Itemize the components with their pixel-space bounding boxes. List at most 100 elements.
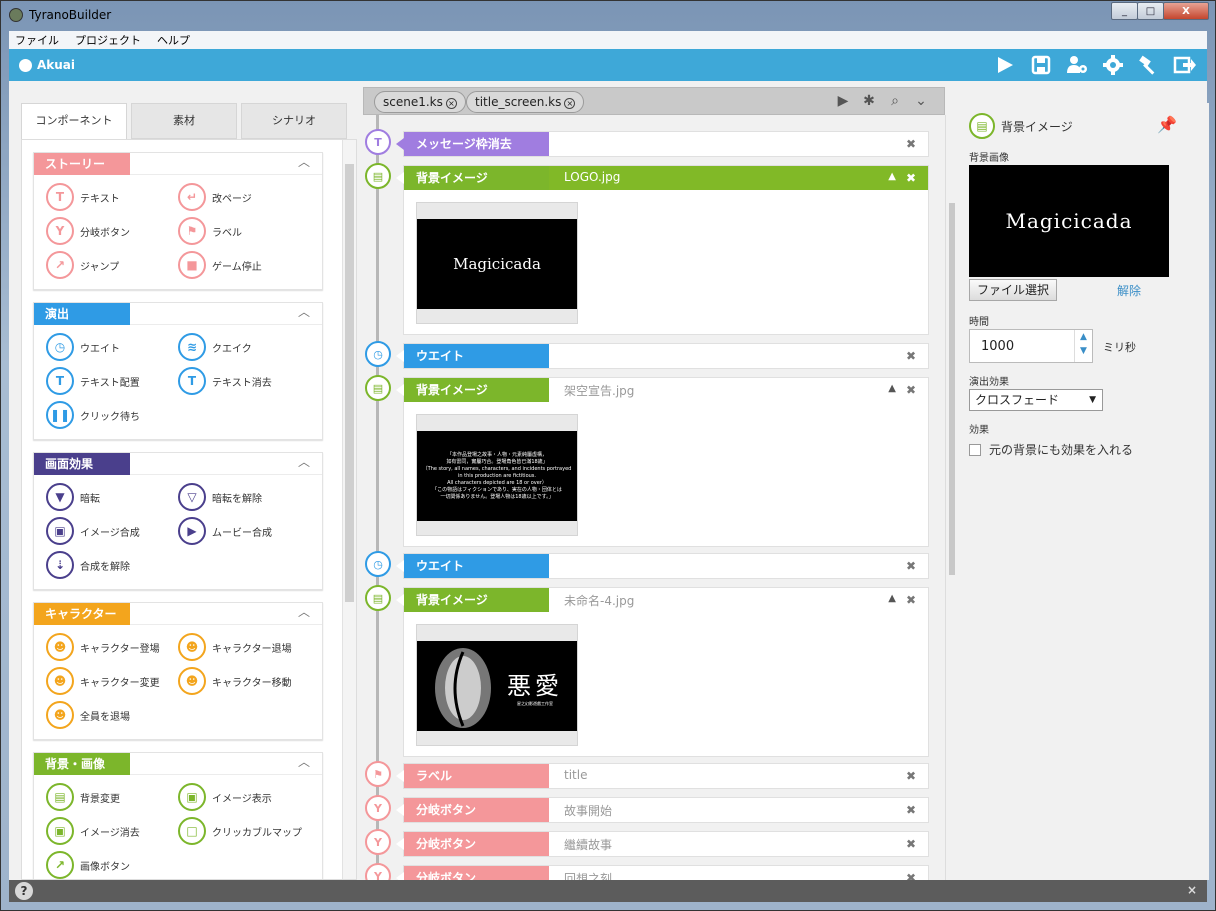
delete-icon[interactable]: ✖ <box>906 871 916 880</box>
component-branch-button[interactable]: Y 分岐ボタン <box>46 217 130 245</box>
chevron-up-icon[interactable]: ︿ <box>298 756 310 768</box>
bug-icon[interactable]: ✱ <box>856 93 882 109</box>
help-icon[interactable]: ? <box>15 882 33 900</box>
component-game-stop[interactable]: ■ ゲーム停止 <box>178 251 262 279</box>
chevron-down-icon[interactable]: ⌄ <box>908 93 934 109</box>
delete-icon[interactable]: ✖ <box>906 769 916 783</box>
scenario-row[interactable]: ウエイト ✖ <box>396 553 929 579</box>
chevron-up-icon[interactable]: ︿ <box>298 456 310 468</box>
component-page-break[interactable]: ↵ 改ページ <box>178 183 252 211</box>
scenario-row-selected[interactable]: 背景イメージ LOGO.jpg ▲ ✖ Magicicada <box>396 165 929 335</box>
close-tab-icon[interactable]: × <box>445 98 457 109</box>
component-bg-change[interactable]: ▤ 背景変更 <box>46 783 120 811</box>
play-icon[interactable] <box>987 53 1023 77</box>
scenario-row[interactable]: メッセージ枠消去 ✖ <box>396 131 929 157</box>
component-image-button[interactable]: ↗ 画像ボタン <box>46 851 130 879</box>
component-image-hide[interactable]: ▣ イメージ消去 <box>46 817 140 845</box>
component-jump[interactable]: ↗ ジャンプ <box>46 251 119 279</box>
chevron-up-icon[interactable]: ︿ <box>298 606 310 618</box>
pin-icon[interactable]: 📌 <box>1157 115 1177 134</box>
hammer-icon[interactable] <box>1131 53 1167 77</box>
component-character-change[interactable]: ☻ キャラクター変更 <box>46 667 160 695</box>
scenario-row[interactable]: ウエイト ✖ <box>396 343 929 369</box>
tab-scenario[interactable]: シナリオ <box>241 103 347 139</box>
users-gear-icon[interactable] <box>1059 53 1095 77</box>
component-fade-out[interactable]: ▼ 暗転 <box>46 483 100 511</box>
minimize-button[interactable]: _ <box>1111 2 1138 20</box>
delete-icon[interactable]: ✖ <box>906 803 916 817</box>
tab-components[interactable]: コンポーネント <box>21 103 127 139</box>
component-text[interactable]: T テキスト <box>46 183 120 211</box>
apply-effect-checkbox[interactable]: 元の背景にも効果を入れる <box>969 441 1133 458</box>
chevron-up-icon[interactable]: ︿ <box>298 156 310 168</box>
component-image-show[interactable]: ▣ イメージ表示 <box>178 783 272 811</box>
close-tab-icon[interactable]: × <box>564 98 576 109</box>
delete-icon[interactable]: ✖ <box>906 171 916 185</box>
spin-down-icon[interactable]: ▼ <box>1075 344 1092 358</box>
clear-link[interactable]: 解除 <box>1117 282 1141 299</box>
scenario-row[interactable]: ラベル title ✖ <box>396 763 929 789</box>
menu-help[interactable]: ヘルプ <box>157 32 190 48</box>
export-icon[interactable] <box>1167 53 1203 77</box>
component-character-enter[interactable]: ☻ キャラクター登場 <box>46 633 160 661</box>
component-list: ストーリー ︿ T テキスト ↵ 改ページ Y 分岐ボタン ⚑ ラベル ↗ ジャンプ ■ ゲー… <box>21 139 357 880</box>
row-tag: 分岐ボタン <box>396 866 549 880</box>
scenario-row[interactable]: 分岐ボタン 繼續故事 ✖ <box>396 831 929 857</box>
collapse-icon[interactable]: ▲ <box>888 593 896 604</box>
component-composite-clear[interactable]: ⇣ 合成を解除 <box>46 551 130 579</box>
collapse-icon[interactable]: ▲ <box>888 171 896 182</box>
delete-icon[interactable]: ✖ <box>906 383 916 397</box>
scenario-row[interactable]: 背景イメージ 架空宣告.jpg ▲ ✖ 「本作品登場之故事・人物・元素純屬虛構， 如有… <box>396 377 929 547</box>
component-text-position[interactable]: T テキスト配置 <box>46 367 140 395</box>
time-spinner[interactable]: ▲ ▼ <box>1074 330 1092 362</box>
component-scrollbar[interactable] <box>342 140 356 879</box>
file-select-button[interactable]: ファイル選択 <box>969 279 1058 301</box>
component-wait[interactable]: ◷ ウエイト <box>46 333 120 361</box>
checkbox[interactable] <box>969 443 981 456</box>
delete-icon[interactable]: ✖ <box>906 837 916 851</box>
component-all-exit[interactable]: ☻ 全員を退場 <box>46 701 130 729</box>
file-tab-title-screen[interactable]: title_screen.ks × <box>466 91 585 113</box>
play-icon[interactable]: ▶ <box>830 93 856 109</box>
delete-icon[interactable]: ✖ <box>906 349 916 363</box>
component-text-clear[interactable]: T テキスト消去 <box>178 367 272 395</box>
studio-credit: 星之幻影遊戲工作室 <box>517 700 553 706</box>
scenario-row[interactable]: 背景イメージ 未命名-4.jpg ▲ ✖ 悪愛 星之幻影遊戲工作室 <box>396 587 929 757</box>
search-icon[interactable]: ⌕ <box>882 93 908 109</box>
delete-icon[interactable]: ✖ <box>906 593 916 607</box>
close-button[interactable]: X <box>1163 2 1209 20</box>
component-character-move[interactable]: ☻ キャラクター移動 <box>178 667 292 695</box>
collapse-icon[interactable]: ▲ <box>888 383 896 394</box>
save-icon[interactable] <box>1023 53 1059 77</box>
menu-file[interactable]: ファイル <box>15 32 59 48</box>
component-label: テキスト <box>80 193 120 205</box>
component-image-composite[interactable]: ▣ イメージ合成 <box>46 517 140 545</box>
project-name[interactable]: Akuai <box>19 58 75 72</box>
gear-icon[interactable] <box>1095 53 1131 77</box>
menu-project[interactable]: プロジェクト <box>75 32 141 48</box>
spin-up-icon[interactable]: ▲ <box>1075 330 1092 344</box>
component-click-wait[interactable]: ❚❚ クリック待ち <box>46 401 140 429</box>
maximize-button[interactable]: □ <box>1137 2 1164 20</box>
time-input[interactable]: 1000 ▲ ▼ <box>969 329 1093 363</box>
row-value: LOGO.jpg <box>564 170 621 184</box>
character-enter-icon: ☻ <box>46 633 74 661</box>
chevron-up-icon[interactable]: ︿ <box>298 306 310 318</box>
file-tab-scene1[interactable]: scene1.ks × <box>374 91 466 113</box>
component-clickable-map[interactable]: □ クリッカブルマップ <box>178 817 302 845</box>
component-movie-composite[interactable]: ▶ ムービー合成 <box>178 517 272 545</box>
delete-icon[interactable]: ✖ <box>906 137 916 151</box>
component-character-exit[interactable]: ☻ キャラクター退場 <box>178 633 292 661</box>
delete-icon[interactable]: ✖ <box>906 559 916 573</box>
scenario-row[interactable]: 分岐ボタン 回想之刻 ✖ <box>396 865 929 880</box>
scenario-row[interactable]: 分岐ボタン 故事開始 ✖ <box>396 797 929 823</box>
close-status-icon[interactable]: × <box>1187 883 1197 897</box>
effect-select[interactable]: クロスフェード ▼ <box>969 389 1103 411</box>
component-fade-in[interactable]: ▽ 暗転を解除 <box>178 483 262 511</box>
component-label[interactable]: ⚑ ラベル <box>178 217 242 245</box>
application-window: TyranoBuilder _ □ X ファイル プロジェクト ヘルプ Akua… <box>0 0 1216 911</box>
background-icon: ▤ <box>365 375 391 401</box>
component-quake[interactable]: ≋ クエイク <box>178 333 252 361</box>
tab-assets[interactable]: 素材 <box>131 103 237 139</box>
scrollbar-thumb[interactable] <box>345 164 354 602</box>
